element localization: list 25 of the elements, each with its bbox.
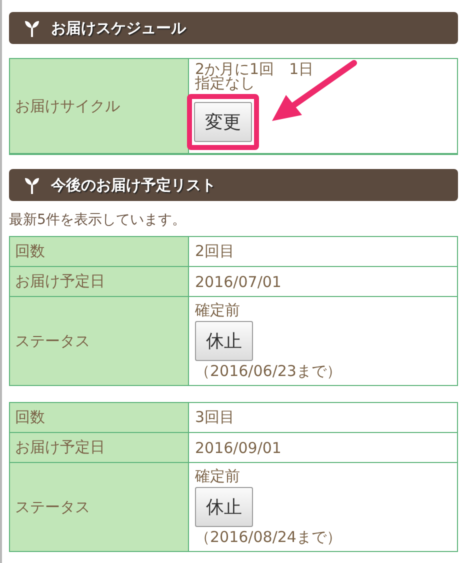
- status-text: 確定前: [195, 469, 240, 484]
- info-text: 最新5件を表示しています。: [9, 211, 187, 229]
- label-cell: お届け予定日: [10, 267, 189, 297]
- section-title: お届けスケジュール: [51, 18, 186, 38]
- sprout-icon: [25, 19, 39, 37]
- pause-button[interactable]: 休止: [195, 487, 253, 527]
- label-cell: ステータス: [10, 463, 189, 551]
- label-cell: お届け予定日: [10, 433, 189, 463]
- sprout-icon: [25, 176, 39, 194]
- status-text: 確定前: [195, 303, 240, 318]
- pause-button[interactable]: 休止: [195, 321, 253, 361]
- deadline-text: （2016/08/24まで）: [195, 530, 342, 545]
- value-cell: 3回目: [189, 403, 457, 433]
- deadline-text: （2016/06/23まで）: [195, 364, 342, 379]
- label-cell: ステータス: [10, 297, 189, 385]
- value-cell: 2016/09/01: [189, 433, 457, 463]
- cycle-text: 指定なし: [195, 76, 255, 90]
- section-title: 今後のお届け予定リスト: [51, 176, 216, 194]
- value-cell: 2回目: [189, 237, 457, 267]
- label-cell: 回数: [10, 403, 189, 433]
- change-button[interactable]: 変更: [194, 102, 252, 142]
- cycle-text: 2か月に1回 1日: [195, 62, 314, 76]
- label-cell: 回数: [10, 237, 189, 267]
- label-cell: お届けサイクル: [10, 59, 189, 154]
- value-cell: 2016/07/01: [189, 267, 457, 297]
